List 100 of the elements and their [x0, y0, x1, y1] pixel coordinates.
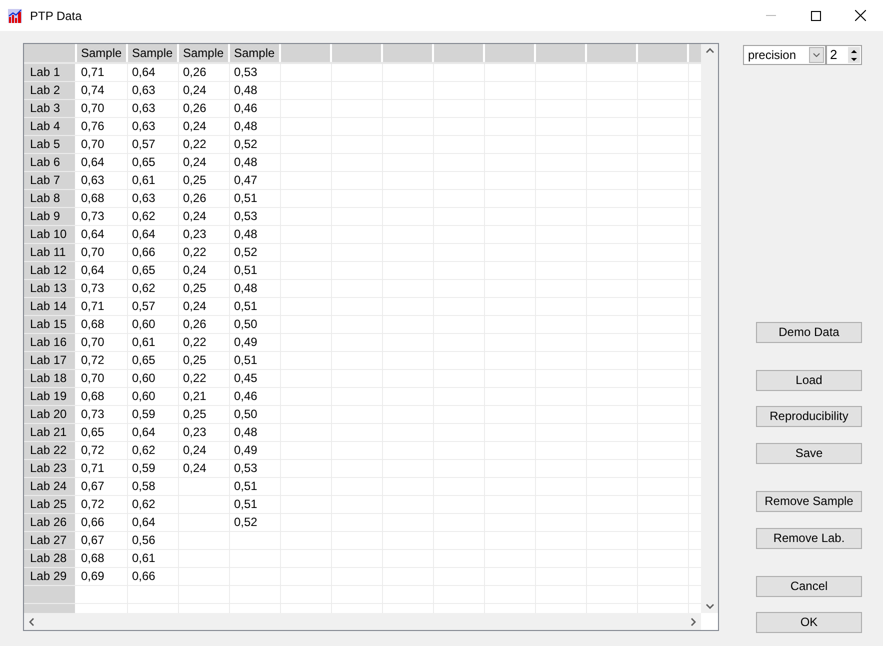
row-header[interactable]: Lab 19	[24, 388, 77, 405]
action-button[interactable]: Save	[756, 443, 862, 464]
table-cell: 0,25	[179, 172, 230, 189]
row-header[interactable]: Lab 21	[24, 424, 77, 441]
table-cell: 0,48	[230, 226, 281, 243]
table-cell: 0,52	[230, 244, 281, 261]
table-cell: 0,70	[77, 244, 128, 261]
chevron-down-icon	[813, 53, 820, 57]
table-cell: 0,24	[179, 82, 230, 99]
table-cell: 0,23	[179, 424, 230, 441]
column-header[interactable]: Sample	[128, 44, 179, 62]
table-cell: 0,22	[179, 370, 230, 387]
table-cell: 0,50	[230, 316, 281, 333]
table-cell: 0,48	[230, 118, 281, 135]
horizontal-scrollbar[interactable]	[24, 613, 701, 630]
row-header[interactable]: Lab 7	[24, 172, 77, 189]
table-cell: 0,64	[128, 514, 179, 531]
table-cell: 0,59	[128, 460, 179, 477]
action-button[interactable]: Load	[756, 370, 862, 391]
row-header[interactable]: Lab 24	[24, 478, 77, 495]
row-header[interactable]: Lab 20	[24, 406, 77, 423]
action-button[interactable]: OK	[756, 612, 862, 633]
table-cell: 0,64	[77, 262, 128, 279]
row-header[interactable]: Lab 6	[24, 154, 77, 171]
table-cell: 0,69	[77, 568, 128, 585]
row-header[interactable]: Lab 27	[24, 532, 77, 549]
action-button[interactable]: Remove Lab.	[756, 528, 862, 549]
row-header[interactable]: Lab 17	[24, 352, 77, 369]
row-header[interactable]: Lab 26	[24, 514, 77, 531]
table-cell: 0,26	[179, 100, 230, 117]
row-header[interactable]: Lab 28	[24, 550, 77, 567]
precision-dropdown[interactable]: precision	[743, 45, 826, 65]
row-header[interactable]: Lab 4	[24, 118, 77, 135]
row-header[interactable]: Lab 23	[24, 460, 77, 477]
row-header[interactable]: Lab 11	[24, 244, 77, 261]
table-cell: 0,22	[179, 334, 230, 351]
table-cell: 0,26	[179, 316, 230, 333]
table-cell: 0,48	[230, 82, 281, 99]
row-header[interactable]: Lab 9	[24, 208, 77, 225]
table-cell: 0,70	[77, 136, 128, 153]
table-cell: 0,48	[230, 280, 281, 297]
action-button[interactable]: Cancel	[756, 576, 862, 597]
table-cell: 0,24	[179, 298, 230, 315]
table-cell: 0,24	[179, 154, 230, 171]
row-header[interactable]: Lab 14	[24, 298, 77, 315]
table-cell: 0,61	[128, 550, 179, 567]
row-header[interactable]: Lab 3	[24, 100, 77, 117]
table-cell: 0,57	[128, 136, 179, 153]
table-cell: 0,46	[230, 100, 281, 117]
row-header[interactable]: Lab 12	[24, 262, 77, 279]
column-header[interactable]: Sample	[179, 44, 230, 62]
table-cell: 0,60	[128, 388, 179, 405]
table-cell: 0,62	[128, 442, 179, 459]
table-cell: 0,64	[128, 64, 179, 81]
vertical-scrollbar[interactable]	[701, 44, 718, 613]
table-cell: 0,72	[77, 442, 128, 459]
column-header[interactable]: Sample	[77, 44, 128, 62]
table-cell: 0,45	[230, 370, 281, 387]
row-header[interactable]: Lab 16	[24, 334, 77, 351]
row-header[interactable]: Lab 5	[24, 136, 77, 153]
window-title: PTP Data	[30, 8, 82, 24]
row-header[interactable]: Lab 15	[24, 316, 77, 333]
table-cell: 0,68	[77, 316, 128, 333]
action-button[interactable]: Remove Sample	[756, 491, 862, 512]
table-cell: 0,71	[77, 460, 128, 477]
table-cell: 0,24	[179, 460, 230, 477]
action-button[interactable]: Reproducibility	[756, 406, 862, 427]
table-cell: 0,49	[230, 334, 281, 351]
table-cell: 0,46	[230, 388, 281, 405]
row-header[interactable]: Lab 1	[24, 64, 77, 81]
table-cell: 0,26	[179, 190, 230, 207]
table-cell: 0,49	[230, 442, 281, 459]
table-cell: 0,67	[77, 532, 128, 549]
row-header[interactable]: Lab 22	[24, 442, 77, 459]
table-cell: 0,24	[179, 118, 230, 135]
empty-row-header[interactable]	[24, 586, 77, 603]
spin-down-icon	[851, 58, 857, 60]
table-cell: 0,67	[77, 478, 128, 495]
table-cell: 0,61	[128, 172, 179, 189]
action-button[interactable]: Demo Data	[756, 322, 862, 343]
row-header[interactable]: Lab 2	[24, 82, 77, 99]
table-cell: 0,72	[77, 352, 128, 369]
close-icon	[855, 10, 866, 21]
table-cell: 0,60	[128, 316, 179, 333]
digits-spinner[interactable]: 2	[826, 45, 862, 65]
table-cell: 0,73	[77, 280, 128, 297]
row-header[interactable]: Lab 8	[24, 190, 77, 207]
row-header[interactable]: Lab 10	[24, 226, 77, 243]
table-cell: 0,64	[128, 424, 179, 441]
row-header[interactable]: Lab 29	[24, 568, 77, 585]
table-cell: 0,71	[77, 64, 128, 81]
row-header[interactable]: Lab 18	[24, 370, 77, 387]
table-cell: 0,48	[230, 154, 281, 171]
table-cell: 0,72	[77, 496, 128, 513]
table-cell: 0,53	[230, 64, 281, 81]
row-header[interactable]: Lab 13	[24, 280, 77, 297]
table-cell: 0,21	[179, 388, 230, 405]
column-header[interactable]: Sample	[230, 44, 281, 62]
row-header[interactable]: Lab 25	[24, 496, 77, 513]
table-cell: 0,26	[179, 64, 230, 81]
